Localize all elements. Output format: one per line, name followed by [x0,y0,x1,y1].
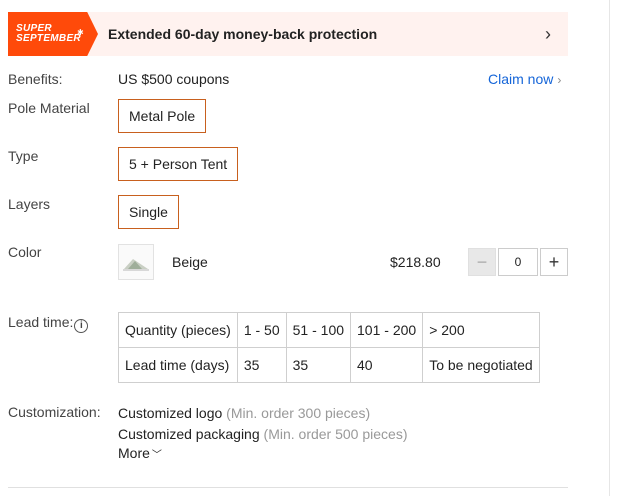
lead-time-table: Quantity (pieces) 1 - 50 51 - 100 101 - … [118,312,540,383]
customization-name: Customized logo [118,405,223,421]
info-icon[interactable]: i [74,319,89,333]
super-september-tag: SUPER SEPTEMBER ✱ [8,12,98,56]
lead-time-label: Lead time: i [8,314,89,333]
table-cell: 35 [285,347,352,383]
table-row: Quantity (pieces) 1 - 50 51 - 100 101 - … [118,312,540,348]
divider [8,487,568,488]
chevron-right-icon: › [557,73,562,87]
claim-now-link[interactable]: Claim now › [488,71,561,87]
customization-item: Customized logo (Min. order 300 pieces) [118,405,370,421]
table-cell: To be negotiated [422,347,540,383]
chevron-down-icon: ﹀ [151,450,162,461]
option-metal-pole[interactable]: Metal Pole [118,99,207,133]
claim-now-label: Claim now [488,71,554,87]
quantity-input[interactable]: 0 [498,248,538,276]
color-label: Color [8,244,42,260]
tent-thumbnail[interactable] [118,244,154,280]
customization-note: (Min. order 300 pieces) [226,405,371,421]
benefits-label: Benefits: [8,71,63,87]
lead-time-label-text: Lead time: [8,314,74,330]
table-row: Lead time (days) 35 35 40 To be negotiat… [118,347,540,383]
table-cell: 1 - 50 [236,312,287,348]
table-cell: 101 - 200 [350,312,424,348]
pole-material-label: Pole Material [8,100,90,116]
sparkle-icon: ✱ [76,28,84,37]
plus-icon[interactable]: + [540,248,568,276]
option-label: 5 + Person Tent [129,156,228,172]
layers-label: Layers [8,196,51,212]
promo-text: Extended 60-day money-back protection [108,26,378,42]
more-button[interactable]: More ﹀ [118,445,162,461]
table-cell: > 200 [422,312,540,348]
unit-price: $218.80 [390,254,441,270]
table-cell: Lead time (days) [118,347,238,383]
benefits-value: US $500 coupons [118,71,230,87]
type-label: Type [8,148,39,164]
chevron-right-icon[interactable]: › [538,24,558,45]
option-label: Metal Pole [129,108,196,124]
minus-icon[interactable]: − [468,248,496,276]
customization-note: (Min. order 500 pieces) [263,426,408,442]
option-label: Single [129,204,168,220]
option-single[interactable]: Single [118,195,179,229]
customization-item: Customized packaging (Min. order 500 pie… [118,426,407,442]
more-label: More [118,445,150,461]
promo-tag-line2: SEPTEMBER [16,33,81,44]
customization-name: Customized packaging [118,426,260,442]
quantity-stepper[interactable]: − 0 + [468,248,568,276]
customization-label: Customization: [8,404,101,420]
table-cell: 35 [236,347,287,383]
table-cell: Quantity (pieces) [118,312,238,348]
table-cell: 40 [350,347,424,383]
promo-banner[interactable]: SUPER SEPTEMBER ✱ Extended 60-day money-… [8,12,568,56]
color-name: Beige [172,254,208,270]
scrollbar-track[interactable] [609,0,610,496]
table-cell: 51 - 100 [285,312,352,348]
option-5-person-tent[interactable]: 5 + Person Tent [118,147,239,181]
